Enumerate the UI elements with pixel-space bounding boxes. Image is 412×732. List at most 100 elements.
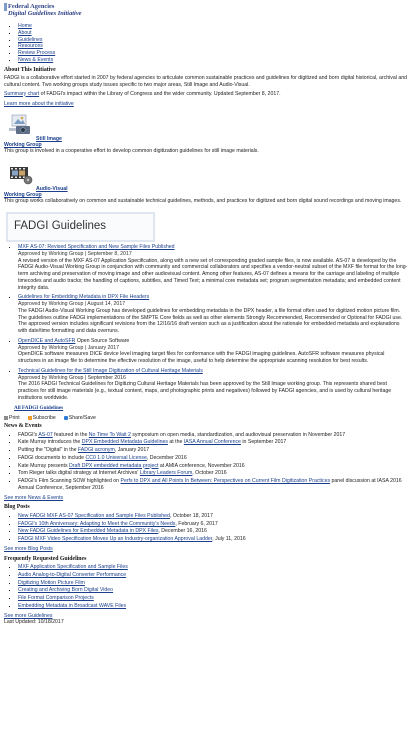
news-text: Tom Rieger talks digital strategy at Int…: [18, 470, 140, 477]
news-item: FADGI documents to include CC0 1.0 Unive…: [18, 455, 408, 462]
share-save-button[interactable]: Share/Save: [63, 415, 96, 422]
news-link[interactable]: DPX Embedded Metadata Guidelines: [82, 439, 168, 445]
faq-item: Creating and Archiving Born Digital Vide…: [18, 587, 408, 594]
blog-item: New FADGI MXF AS-07 Specification and Sa…: [18, 513, 408, 520]
faq-item: Embedding Metadata in Broadcast WAVE Fil…: [18, 603, 408, 610]
guideline-title-link[interactable]: MXF AS-07: Revised Specification and New…: [18, 244, 175, 250]
nav-guidelines[interactable]: Guidelines: [18, 37, 43, 43]
nav-about[interactable]: About: [18, 30, 32, 36]
news-text: Putting the "Digital" in the: [18, 447, 78, 454]
faq-link[interactable]: Embedding Metadata in Broadcast WAVE Fil…: [18, 603, 126, 609]
news-text: FADGI documents to include: [18, 454, 86, 461]
print-button[interactable]: Print: [4, 415, 20, 422]
news-heading: News & Events: [4, 423, 42, 430]
about-text: FADGI is a collaborative effort started …: [4, 75, 408, 88]
guideline-item: Technical Guidelines for the Still Image…: [18, 368, 408, 402]
still-image-desc: This group is involved in a cooperative …: [4, 148, 259, 155]
more-blog-link[interactable]: See more Blog Posts: [4, 546, 53, 552]
share-icon: [63, 415, 68, 420]
guideline-desc: The FADGI Audio-Visual Working Group has…: [18, 307, 403, 335]
faq-item: MXF Application Specification and Sample…: [18, 564, 408, 571]
logo-mark: [4, 3, 7, 11]
news-link[interactable]: AS-07: [38, 432, 52, 438]
guidelines-banner-text: FADGI Guidelines: [14, 220, 107, 233]
blog-list: New FADGI MXF AS-07 Specification and Sa…: [18, 513, 408, 543]
faq-link[interactable]: File Format Comparison Projects: [18, 595, 94, 601]
still-image-icon[interactable]: [6, 112, 34, 136]
guideline-title-link[interactable]: Technical Guidelines for the Still Image…: [18, 368, 203, 374]
faq-link[interactable]: Digitizing Motion Picture Film: [18, 580, 85, 586]
all-guidelines-link[interactable]: All FADGI Guidelines: [14, 405, 63, 411]
nav-news-events[interactable]: News & Events: [18, 57, 53, 63]
news-text: symposium on open media, standardization…: [130, 431, 346, 438]
fadgi-logo[interactable]: Federal Agencies Digital Guidelines Init…: [4, 3, 408, 23]
subscribe-label: Subscribe: [32, 415, 56, 422]
blog-item: FADGI's 10th Anniversary: Adapting to Me…: [18, 521, 408, 528]
guideline-desc: OpenDICE software measures DICE device l…: [18, 351, 385, 365]
blog-link[interactable]: New FADGI MXF AS-07 Specification and Sa…: [18, 513, 170, 519]
faq-list: MXF Application Specification and Sample…: [18, 564, 408, 610]
guideline-title-tail: Open Source Software: [75, 337, 130, 344]
last-updated: Last Updated: 10/18/2017: [4, 619, 64, 626]
printer-icon: [4, 415, 8, 420]
news-text: FADGI's Film Scanning SOW highlighted on: [18, 478, 121, 485]
news-item: Kate Murray introduces the DPX Embedded …: [18, 439, 408, 446]
news-text: Kate Murray introduces the: [18, 439, 82, 446]
news-link[interactable]: IASA Annual Conference: [184, 439, 241, 445]
news-link[interactable]: FADGI acronym: [78, 447, 115, 453]
blog-date: , December 16, 2016: [158, 528, 207, 535]
blog-item: FADGI MXF Video Specification Moves Up a…: [18, 536, 408, 543]
faq-heading: Frequently Requested Guidelines: [4, 555, 87, 562]
news-list: FADGI's AS-07 featured in the No Time To…: [18, 432, 408, 492]
still-image-group: Still Image Working Group This group is …: [4, 110, 408, 156]
learn-more-link[interactable]: Learn more about the initiative: [4, 101, 74, 107]
more-news-link[interactable]: See more News & Events: [4, 495, 63, 501]
blog-link[interactable]: FADGI's 10th Anniversary: Adapting to Me…: [18, 521, 175, 527]
guideline-item: OpenDICE and AutoSFR Open Source Softwar…: [18, 338, 408, 365]
share-bar: Print Subscribe Share/Save: [4, 415, 408, 422]
logo-line-2: Digital Guidelines Initiative: [8, 10, 82, 17]
blog-date: , February 6, 2017: [175, 520, 218, 527]
blog-date: , July 11, 2016: [212, 536, 246, 543]
nav-review-process[interactable]: Review Process: [18, 50, 55, 56]
summary-chart-link[interactable]: Summary chart: [4, 91, 39, 97]
guideline-title-link[interactable]: OpenDICE and AutoSFR: [18, 338, 75, 344]
guideline-meta: Approved by Working Group | September 20…: [18, 374, 126, 381]
news-text: Kate Murray presents: [18, 462, 70, 469]
rss-icon: [27, 415, 32, 420]
blog-link[interactable]: New FADGI Guidelines for Embedded Metada…: [18, 528, 158, 534]
news-text: in September 2017: [240, 439, 287, 446]
news-text: featured in the: [52, 431, 89, 438]
guideline-desc: A revised version of the MXF AS-07 Appli…: [18, 257, 408, 291]
news-text: , December 2016: [146, 454, 187, 461]
news-link[interactable]: CC0 1.0 Universal License: [85, 455, 146, 461]
nav-resources[interactable]: Resources: [18, 43, 43, 49]
faq-link[interactable]: Audio Analog-to-Digital Converter Perfor…: [18, 572, 126, 578]
film-reel-icon[interactable]: [6, 162, 34, 186]
news-link[interactable]: No Time To Wait 2: [89, 432, 131, 438]
guidelines-banner: FADGI Guidelines: [6, 212, 155, 243]
faq-link[interactable]: MXF Application Specification and Sample…: [18, 564, 128, 570]
audio-visual-group: Audio-Visual Working Group This group wo…: [4, 160, 408, 206]
subscribe-button[interactable]: Subscribe: [27, 415, 56, 422]
news-item: FADGI's AS-07 featured in the No Time To…: [18, 432, 408, 439]
guideline-item: Guidelines for Embedding Metadata in DPX…: [18, 294, 408, 335]
nav-home[interactable]: Home: [18, 23, 32, 29]
main-nav: Home About Guidelines Resources Review P…: [18, 23, 408, 64]
news-text: , January 2017: [114, 447, 150, 454]
faq-item: Audio Analog-to-Digital Converter Perfor…: [18, 572, 408, 579]
news-link[interactable]: Library Leaders Forum: [140, 470, 192, 476]
news-text: at the: [167, 439, 184, 446]
news-link[interactable]: Perfs to DPX and All Points In Between: …: [120, 478, 330, 484]
summary-text: of FADGI's impact within the Library of …: [39, 90, 281, 97]
guidelines-list: MXF AS-07: Revised Specification and New…: [18, 244, 408, 402]
news-item: FADGI's Film Scanning SOW highlighted on…: [18, 478, 408, 492]
news-link[interactable]: Draft DPX embedded metadata project: [69, 463, 158, 469]
guideline-title-link[interactable]: Guidelines for Embedding Metadata in DPX…: [18, 294, 149, 300]
blog-link[interactable]: FADGI MXF Video Specification Moves Up a…: [18, 536, 212, 542]
more-guidelines-link[interactable]: See more Guidelines: [4, 613, 52, 619]
guideline-meta: Approved by Working Group | September 8,…: [18, 250, 132, 257]
faq-link[interactable]: Creating and Archiving Born Digital Vide…: [18, 587, 113, 593]
news-item: Tom Rieger talks digital strategy at Int…: [18, 470, 408, 477]
guideline-meta: Approved by Working Group | August 14, 2…: [18, 301, 126, 308]
